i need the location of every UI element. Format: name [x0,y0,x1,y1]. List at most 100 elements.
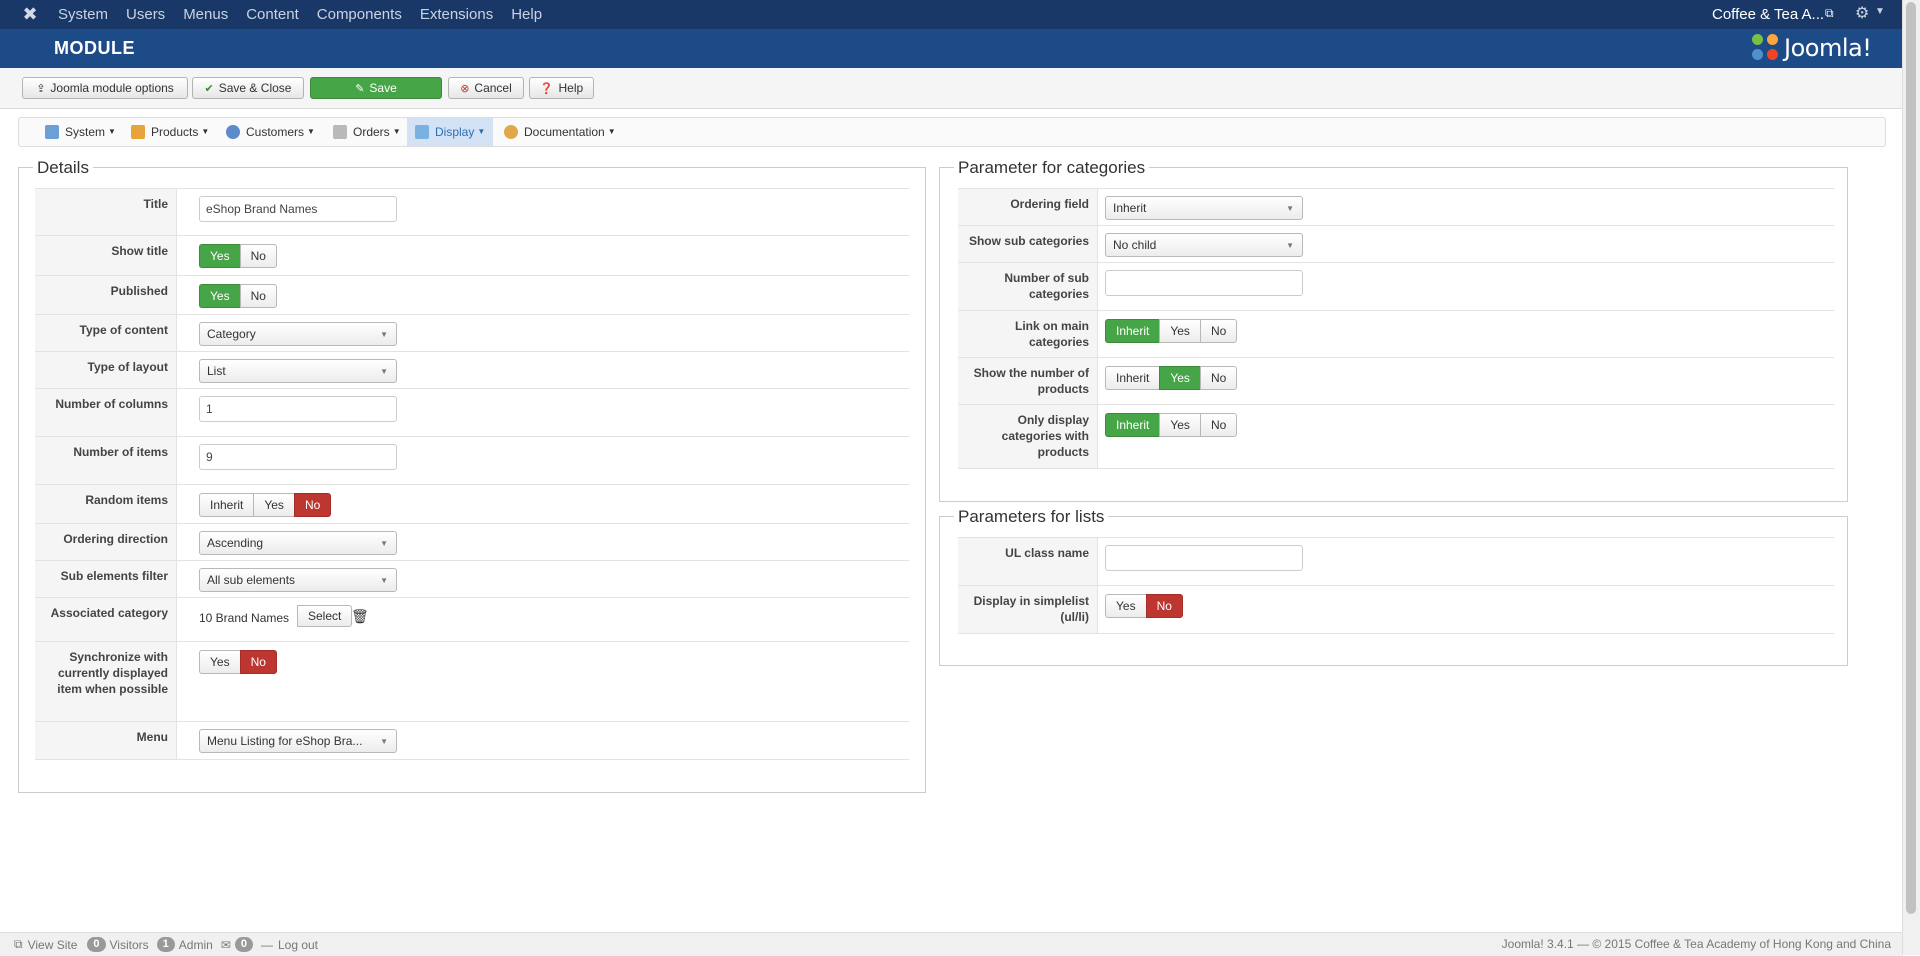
scrollbar-thumb[interactable] [1906,2,1916,914]
lists-legend: Parameters for lists [954,507,1109,527]
num-items-input[interactable]: 9 [199,444,397,470]
title-input[interactable]: eShop Brand Names [199,196,397,222]
link-main-yes[interactable]: Yes [1159,319,1200,343]
site-name-link[interactable]: Coffee & Tea A... [1712,0,1824,29]
menu-system[interactable]: System [58,6,108,23]
type-content-select[interactable]: Category ▼ [199,322,397,346]
submenu-customers[interactable]: Customers ▼ [218,118,323,146]
help-button[interactable]: ❓ Help [529,77,594,99]
random-items-no[interactable]: No [293,493,332,517]
random-items-yes[interactable]: Yes [253,493,294,517]
chevron-down-icon: ▼ [380,737,388,746]
visitors-label[interactable]: Visitors [110,938,149,952]
type-layout-select[interactable]: List ▼ [199,359,397,383]
submenu-display[interactable]: Display ▼ [407,118,494,146]
page-scrollbar[interactable] [1902,0,1920,955]
show-title-no[interactable]: No [239,244,277,268]
menu-select[interactable]: Menu Listing for eShop Bra... ▼ [199,729,397,753]
cancel-circle-icon: ⊗ [460,82,470,95]
link-main-no[interactable]: No [1199,319,1238,343]
logout-link[interactable]: Log out [278,938,318,952]
menu-content[interactable]: Content [246,6,299,23]
num-columns-input[interactable]: 1 [199,396,397,422]
toolbar: ⇪ Joomla module options ✔ Save & Close ✎ Sa… [0,68,1903,109]
show-number-inherit[interactable]: Inherit [1105,366,1160,390]
question-icon: ❓ [539,82,554,95]
show-number-products-label: Show the number of products [958,358,1098,405]
show-sub-categories-label: Show sub categories [958,226,1098,263]
chevron-down-icon: ▼ [392,127,401,136]
joomla-module-options-button[interactable]: ⇪ Joomla module options [22,77,188,99]
admin-menu-bar: ✖ System Users Menus Content Components … [0,0,1903,29]
type-content-label: Type of content [35,315,177,352]
row-show-number-products: Show the number of products Inherit Yes … [958,357,1834,405]
associated-category-select-button[interactable]: Select [297,605,353,627]
submenu-products[interactable]: Products ▼ [123,118,217,146]
menu-help[interactable]: Help [511,6,542,23]
gear-icon[interactable]: ⚙ [1855,3,1869,23]
chevron-down-icon: ▼ [477,127,486,136]
simplelist-no[interactable]: No [1145,594,1183,618]
row-title: Title eShop Brand Names [35,188,909,236]
chevron-down-icon: ▼ [307,127,315,136]
only-display-yes[interactable]: Yes [1159,413,1200,437]
show-title-yes[interactable]: Yes [199,244,240,268]
show-sub-categories-select[interactable]: No child ▼ [1105,233,1303,257]
ordering-field-select[interactable]: Inherit ▼ [1105,196,1303,220]
save-close-button[interactable]: ✔ Save & Close [192,77,304,99]
title-label: Title [35,189,177,236]
ordering-direction-select[interactable]: Ascending ▼ [199,531,397,555]
page-header: MODULE Joomla! [0,29,1903,68]
menu-label: Menu [35,722,177,759]
random-items-toggle: Inherit Yes No [199,493,332,517]
menu-extensions[interactable]: Extensions [420,6,493,23]
lists-panel: Parameters for lists UL class name Displ… [939,507,1848,666]
ul-class-name-input[interactable] [1105,545,1303,571]
sub-elements-filter-select[interactable]: All sub elements ▼ [199,568,397,592]
submenu-orders[interactable]: Orders ▼ [325,118,409,146]
cancel-button[interactable]: ⊗ Cancel [448,77,524,99]
menu-users[interactable]: Users [126,6,165,23]
menu-menus[interactable]: Menus [183,6,228,23]
number-sub-categories-input[interactable] [1105,270,1303,296]
synchronize-no[interactable]: No [239,650,277,674]
check-icon: ✔ [204,82,214,95]
only-display-inherit[interactable]: Inherit [1105,413,1160,437]
only-display-categories-toggle: Inherit Yes No [1105,413,1238,437]
categories-legend: Parameter for categories [954,158,1150,178]
messages-count-badge[interactable]: 0 [234,937,253,952]
show-number-yes[interactable]: Yes [1159,366,1200,390]
documentation-icon [504,125,518,139]
published-no[interactable]: No [239,284,277,308]
row-show-sub-categories: Show sub categories No child ▼ [958,225,1834,263]
link-main-inherit[interactable]: Inherit [1105,319,1160,343]
submenu-system[interactable]: System ▼ [37,118,124,146]
synchronize-toggle: Yes No [199,650,277,674]
categories-panel: Parameter for categories Ordering field … [939,158,1848,502]
joomla-mark-icon [1752,34,1780,62]
trash-icon[interactable]: 🗑 [351,608,369,625]
joomla-logo-icon[interactable]: ✖ [20,4,40,24]
chevron-down-icon: ▼ [380,576,388,585]
admin-label[interactable]: Admin [179,938,213,952]
upload-icon: ⇪ [36,82,46,95]
view-site-link[interactable]: View Site [28,938,78,952]
joomla-brand-text: Joomla! [1784,34,1872,62]
simplelist-yes[interactable]: Yes [1105,594,1146,618]
menu-components[interactable]: Components [317,6,402,23]
row-sub-elements-filter: Sub elements filter All sub elements ▼ [35,560,909,598]
submenu-documentation[interactable]: Documentation ▼ [496,118,624,146]
save-button[interactable]: ✎ Save [310,77,442,99]
random-items-inherit[interactable]: Inherit [199,493,254,517]
associated-category-label: Associated category [35,598,177,642]
row-num-columns: Number of columns 1 [35,388,909,437]
only-display-no[interactable]: No [1199,413,1238,437]
products-icon [131,125,145,139]
show-number-no[interactable]: No [1199,366,1238,390]
published-yes[interactable]: Yes [199,284,240,308]
link-main-categories-label: Link on main categories [958,311,1098,358]
admin-menu: System Users Menus Content Components Ex… [58,0,560,29]
ul-class-name-label: UL class name [958,538,1098,586]
status-left: ⧉ View Site 0 Visitors 1 Admin ✉ 0 — Log… [14,933,318,956]
synchronize-yes[interactable]: Yes [199,650,240,674]
